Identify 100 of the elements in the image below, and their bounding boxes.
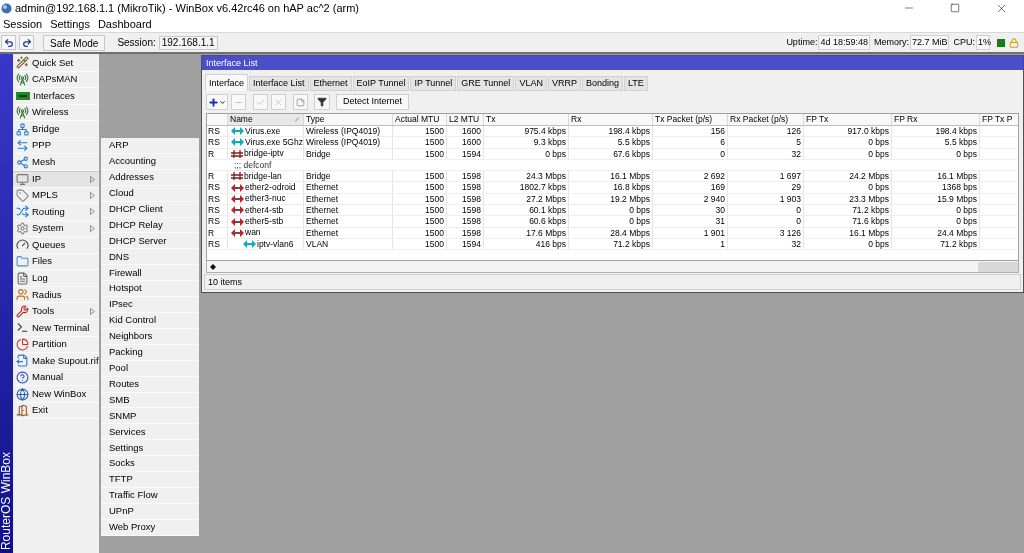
- submenu-item[interactable]: Packing: [101, 344, 199, 361]
- undo-button[interactable]: [1, 35, 16, 50]
- menu-item[interactable]: Session: [0, 15, 46, 33]
- submenu-item[interactable]: Settings: [101, 440, 199, 457]
- enable-button[interactable]: [253, 94, 268, 110]
- submenu-item[interactable]: UPnP: [101, 503, 199, 520]
- tab[interactable]: Ethernet: [309, 76, 352, 91]
- sidebar-item[interactable]: Log: [13, 270, 99, 287]
- table-cell: 5: [728, 137, 804, 148]
- submenu-item[interactable]: Addresses: [101, 169, 199, 186]
- tab[interactable]: VLAN: [515, 76, 547, 91]
- table-cell: 1500: [393, 227, 447, 238]
- sidebar-item[interactable]: Bridge: [13, 121, 99, 138]
- column-header[interactable]: Tx Packet (p/s): [653, 114, 728, 125]
- tag-icon: [16, 188, 29, 202]
- submenu-item[interactable]: DHCP Client: [101, 201, 199, 218]
- antenna-icon: [16, 72, 29, 86]
- table-cell: wan: [245, 227, 261, 239]
- horizontal-scrollbar[interactable]: [978, 261, 1018, 272]
- submenu-item[interactable]: SMB: [101, 392, 199, 409]
- table-cell: 1500: [393, 171, 447, 182]
- redo-icon: [21, 37, 32, 48]
- submenu-item[interactable]: DHCP Server: [101, 233, 199, 250]
- sidebar-item[interactable]: Interfaces: [13, 88, 99, 105]
- submenu-item[interactable]: Socks: [101, 456, 199, 473]
- submenu-item[interactable]: SNMP: [101, 408, 199, 425]
- table-cell: 32: [728, 148, 804, 159]
- submenu-item[interactable]: TFTP: [101, 472, 199, 488]
- submenu-item[interactable]: DHCP Relay: [101, 217, 199, 234]
- tab[interactable]: IP Tunnel: [410, 76, 457, 91]
- table-cell: Virus.exe: [245, 125, 281, 137]
- table-cell: 9.3 kbps: [484, 137, 569, 148]
- table-cell: 0 bps: [804, 238, 892, 250]
- column-header[interactable]: Rx: [569, 114, 653, 125]
- double-arrow-icon: [243, 240, 256, 249]
- bridge-icon: [231, 149, 243, 158]
- tab[interactable]: GRE Tunnel: [457, 76, 515, 91]
- table-cell: RS: [207, 238, 228, 250]
- table-cell: 0: [728, 205, 804, 216]
- table-cell: 1598: [447, 205, 484, 216]
- table-cell: 1598: [447, 227, 484, 238]
- disable-button[interactable]: [271, 94, 286, 110]
- table-cell: Bridge: [304, 171, 393, 182]
- submenu-item[interactable]: Firewall: [101, 265, 199, 282]
- uptime-label: Uptime:: [786, 35, 818, 49]
- door-icon: [16, 404, 29, 418]
- tab[interactable]: EoIP Tunnel: [352, 76, 410, 91]
- table-cell: 2 692: [653, 171, 728, 182]
- submenu-item[interactable]: Web Proxy: [101, 519, 199, 536]
- cpu-field: 1%: [976, 34, 990, 51]
- column-header[interactable]: Tx: [484, 114, 569, 125]
- column-header[interactable]: FP Tx: [804, 114, 892, 125]
- shuffle-icon: [16, 205, 29, 219]
- submenu-item[interactable]: Accounting: [101, 153, 199, 170]
- submenu-item[interactable]: ARP: [101, 138, 199, 154]
- redo-button[interactable]: [19, 35, 34, 50]
- add-button[interactable]: [206, 94, 228, 110]
- comment-button[interactable]: [293, 94, 308, 110]
- table-cell: 1594: [447, 148, 484, 159]
- arrows-icon: [16, 139, 29, 153]
- sidebar-item[interactable]: System: [13, 220, 99, 238]
- table-cell: Ethernet: [304, 182, 393, 193]
- sidebar-item[interactable]: New WinBox: [13, 386, 99, 403]
- tab[interactable]: VRRP: [547, 76, 581, 91]
- column-header[interactable]: Rx Packet (p/s): [728, 114, 804, 125]
- tab[interactable]: Interface: [205, 74, 249, 91]
- column-header[interactable]: L2 MTU: [447, 114, 484, 125]
- submenu-item[interactable]: Neighbors: [101, 328, 199, 345]
- submenu-item[interactable]: IPsec: [101, 297, 199, 313]
- column-header[interactable]: Actual MTU: [393, 114, 447, 125]
- safe-mode-button[interactable]: Safe Mode: [43, 34, 106, 51]
- table-cell: 1500: [393, 137, 447, 148]
- table-cell: RS: [207, 126, 228, 137]
- remove-button[interactable]: [231, 94, 246, 110]
- column-header[interactable]: Type: [304, 114, 393, 125]
- menu-item[interactable]: Dashboard: [94, 15, 155, 33]
- submenu-item[interactable]: Cloud: [101, 185, 199, 202]
- session-label: Session:: [117, 36, 156, 50]
- window-title-bar: Interface List: [202, 56, 1023, 70]
- table-cell: 1500: [393, 238, 447, 250]
- submenu-item[interactable]: Traffic Flow: [101, 487, 199, 504]
- tab[interactable]: LTE: [623, 76, 648, 91]
- tab[interactable]: Interface List: [249, 76, 309, 91]
- menu-item[interactable]: Settings: [47, 15, 93, 33]
- detect-internet-button[interactable]: Detect Internet: [336, 94, 410, 110]
- session-field[interactable]: 192.168.1.1: [158, 35, 218, 50]
- lock-icon: [1009, 37, 1019, 48]
- table-cell: 0 bps: [804, 182, 892, 193]
- submenu-item[interactable]: DNS: [101, 249, 199, 266]
- submenu-item[interactable]: Kid Control: [101, 312, 199, 329]
- column-header[interactable]: FP Rx: [892, 114, 980, 125]
- filter-button[interactable]: [314, 94, 330, 110]
- submenu-item[interactable]: Routes: [101, 376, 199, 393]
- submenu-item[interactable]: Pool: [101, 360, 199, 377]
- column-header[interactable]: Name: [228, 114, 304, 125]
- table-cell: RS: [207, 193, 228, 205]
- tab[interactable]: Bonding: [581, 76, 623, 91]
- table-cell: R: [207, 227, 228, 238]
- submenu-item[interactable]: Services: [101, 424, 199, 441]
- submenu-item[interactable]: Hotspot: [101, 281, 199, 298]
